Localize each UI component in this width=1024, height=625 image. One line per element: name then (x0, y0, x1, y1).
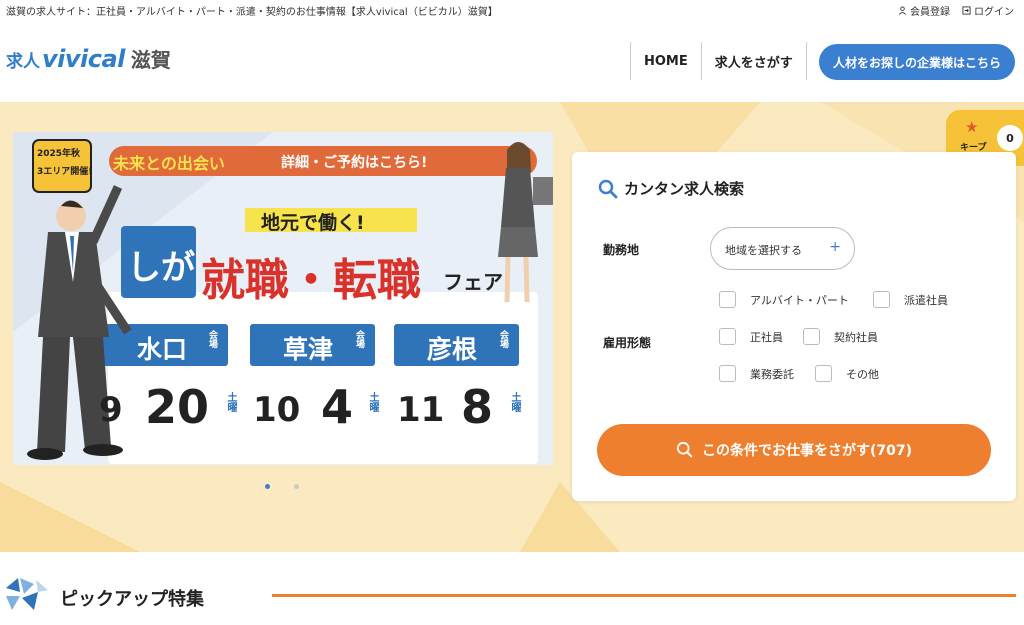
logo-prefix: 求人 (6, 52, 40, 72)
keep-count: 0 (997, 125, 1023, 151)
pickup-divider (272, 594, 1016, 597)
register-label: 会員登録 (910, 7, 950, 18)
plus-icon: + (829, 239, 841, 255)
checkbox-full-time[interactable]: 正社員 (719, 328, 783, 345)
area-select-placeholder: 地域を選択する (725, 244, 802, 257)
area-select[interactable]: 地域を選択する + (710, 227, 855, 270)
login-icon (962, 6, 971, 15)
fair-banner[interactable]: 2025年秋 3エリア開催! 未来との出会い 詳細・ご予約はこちら! 地元で働く… (13, 132, 553, 465)
search-submit-button[interactable]: この条件でお仕事をさがす(707) (597, 424, 991, 476)
banner-ribbon-right: 詳細・ご予約はこちら! (281, 155, 428, 171)
login-link[interactable]: ログイン (962, 3, 1014, 18)
search-icon (676, 441, 693, 458)
checkbox-other[interactable]: その他 (815, 365, 879, 382)
checkbox-box[interactable] (719, 291, 736, 308)
venue-1-date-month: 9 (99, 390, 123, 430)
quick-search-panel: カンタン求人検索 勤務地 地域を選択する + 雇用形態 アルバイト・パート 派遣… (572, 152, 1016, 501)
venue-3-name: 彦根 (427, 335, 478, 364)
nav-home[interactable]: HOME (630, 42, 701, 80)
banner-title: 就職・転職 (201, 255, 421, 306)
main-nav: HOME 求人をさがす (630, 42, 807, 80)
banner-fair: フェア (443, 270, 503, 294)
venue-2-weekday: 土曜 (367, 392, 378, 412)
user-icon (898, 6, 907, 15)
venue-3-weekday: 土曜 (509, 392, 520, 412)
venue-2-name: 草津 (283, 335, 334, 364)
location-label: 勤務地 (603, 243, 640, 257)
search-title-text: カンタン求人検索 (624, 180, 745, 198)
site-header: 求人 vivical 滋賀 HOME 求人をさがす 人材をお探しの企業様はこちら (0, 20, 1024, 102)
checkbox-box[interactable] (719, 328, 736, 345)
checkbox-label: 正社員 (750, 330, 783, 344)
search-icon (598, 179, 618, 198)
banner-ribbon-left: 未来との出会い (113, 154, 225, 173)
banner-shiga: しが (127, 248, 195, 288)
site-logo[interactable]: 求人 vivical 滋賀 (6, 44, 171, 73)
checkbox-box[interactable] (719, 365, 736, 382)
venue-1-weekday: 土曜 (225, 392, 236, 412)
venue-1-name: 水口 (137, 335, 188, 364)
checkbox-label: 派遣社員 (904, 293, 948, 307)
login-label: ログイン (974, 7, 1014, 18)
site-tagline: 滋賀の求人サイト：正社員・アルバイト・パート・派遣・契約のお仕事情報【求人viv… (6, 7, 498, 18)
checkbox-label: アルバイト・パート (750, 293, 849, 307)
carousel-dot-1[interactable] (265, 484, 270, 489)
banner-badge-year: 2025年秋 (37, 149, 81, 159)
venue-3-date-month: 11 (397, 390, 445, 430)
register-link[interactable]: 会員登録 (898, 3, 950, 18)
checkbox-box[interactable] (873, 291, 890, 308)
venue-3-date-day: 8 (461, 380, 494, 434)
logo-brand: vivical (42, 45, 125, 73)
banner-badge-area: 3エリア開催! (37, 167, 93, 177)
star-icon: ★ (965, 118, 979, 136)
top-bar: 滋賀の求人サイト：正社員・アルバイト・パート・派遣・契約のお仕事情報【求人viv… (0, 0, 1024, 20)
carousel-dots (265, 484, 299, 489)
checkbox-label: 契約社員 (834, 330, 878, 344)
checkbox-box[interactable] (815, 365, 832, 382)
banner-subtitle: 地元で働く! (261, 212, 365, 234)
account-links: 会員登録 ログイン (898, 3, 1014, 18)
logo-region: 滋賀 (130, 48, 171, 72)
venue-1-date-day: 20 (145, 380, 210, 434)
checkbox-outsourcing[interactable]: 業務委託 (719, 365, 794, 382)
checkbox-label: その他 (846, 367, 879, 381)
venue-2-date-day: 4 (321, 380, 354, 434)
search-title: カンタン求人検索 (598, 178, 744, 199)
checkbox-part-time[interactable]: アルバイト・パート (719, 291, 849, 308)
pickup-logo-icon (6, 578, 48, 610)
pickup-title: ピックアップ特集 (60, 589, 204, 610)
corporate-button[interactable]: 人材をお探しの企業様はこちら (819, 44, 1015, 80)
carousel-dot-2[interactable] (294, 484, 299, 489)
venue-2-tag: 会場 (354, 330, 364, 348)
search-submit-label: この条件でお仕事をさがす(707) (701, 443, 913, 459)
employment-label: 雇用形態 (603, 336, 652, 350)
venue-3-tag: 会場 (498, 330, 508, 348)
checkbox-box[interactable] (803, 328, 820, 345)
checkbox-contract[interactable]: 契約社員 (803, 328, 878, 345)
checkbox-label: 業務委託 (750, 367, 794, 381)
nav-search-jobs[interactable]: 求人をさがす (700, 42, 807, 80)
venue-1-tag: 会場 (207, 330, 217, 348)
pickup-section: ピックアップ特集 (0, 552, 1024, 625)
venue-2-date-month: 10 (253, 390, 301, 430)
checkbox-dispatch[interactable]: 派遣社員 (873, 291, 948, 308)
